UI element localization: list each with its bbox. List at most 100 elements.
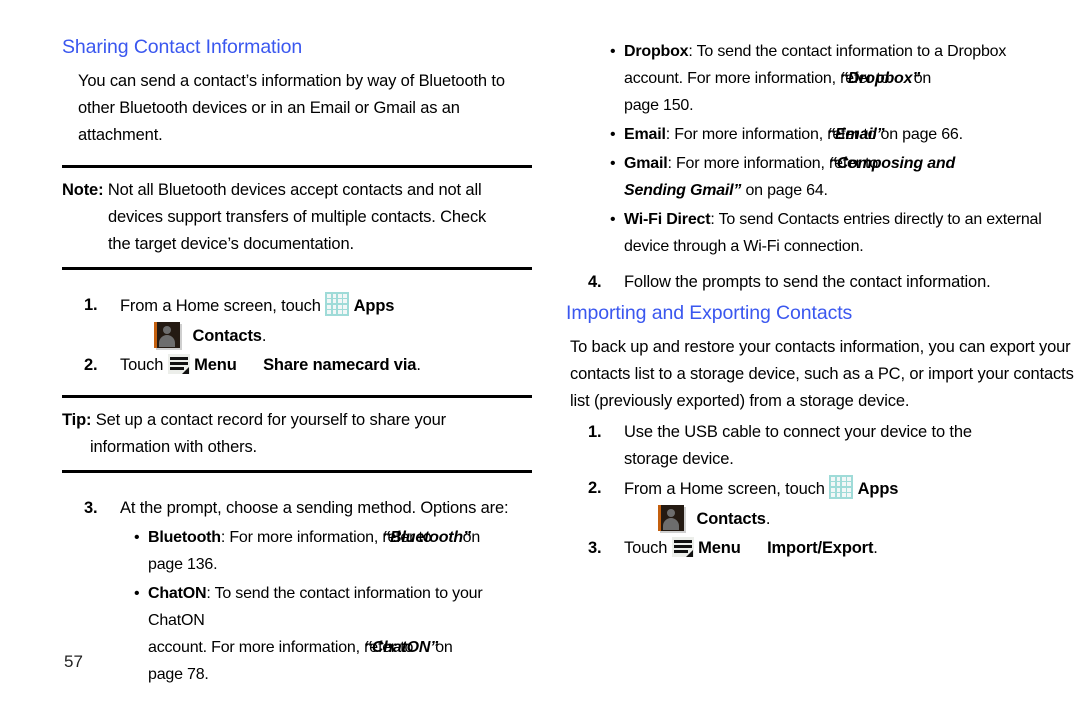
sharing-intro-paragraph: You can send a contact’s information by … [78, 72, 505, 144]
bullet-dot-icon: • [134, 585, 140, 602]
step-1-number: 1. [84, 296, 98, 314]
contacts-person-icon[interactable] [154, 322, 180, 348]
step-2-importing-contacts-label: Contacts [696, 510, 766, 528]
overlap-title-text: “Composing and [828, 155, 956, 172]
step-1-importing-number: 1. [588, 423, 602, 441]
option-dropbox-term: Dropbox [624, 43, 689, 60]
overlap-title-text: “Bluetooth” [382, 529, 471, 546]
option-bluetooth: • Bluetooth: For more information, “Blue… [134, 524, 532, 578]
option-dropbox-line2: account. For more information, “Dropbox”… [624, 65, 1080, 92]
apps-grid-icon[interactable] [829, 475, 854, 499]
step-3-sharing: 3. At the prompt, choose a sending metho… [62, 495, 532, 522]
step-2-menu-label: Menu [194, 356, 237, 374]
menu-hamburger-icon[interactable] [671, 537, 694, 557]
step-3-importing-action-label: Import/Export [767, 539, 874, 557]
option-chaton-line2-pre: account. For more information, [148, 639, 365, 656]
note-callout: Note: Not all Bluetooth devices accept c… [62, 177, 532, 258]
note-line-3: the target device’s documentation. [108, 235, 354, 253]
option-bluetooth-line2: page 136. [148, 556, 218, 573]
overlap-title-text: “Email” [827, 126, 885, 143]
step-1-text: From a Home screen, touch [120, 297, 321, 315]
step-4-text: Follow the prompts to send the contact i… [624, 273, 991, 291]
left-column: Sharing Contact Information You can send… [62, 0, 532, 688]
apps-grid-icon[interactable] [325, 292, 350, 316]
step-2-importing-text: From a Home screen, touch [624, 480, 825, 498]
overlap-title-text: “Dropbox” [840, 70, 921, 87]
option-email-sep: : [665, 126, 675, 143]
option-wifi-direct-term: Wi-Fi Direct [624, 211, 711, 228]
step-3-text: At the prompt, choose a sending method. … [120, 499, 509, 517]
note-label: Note: [62, 181, 104, 199]
option-dropbox-line2-pre: account. For more information, [624, 70, 841, 87]
option-wifi-direct: • Wi-Fi Direct: To send Contacts entries… [610, 206, 1080, 260]
step-2-sharing: 2. Touch Menu Share namecard via. [62, 352, 532, 379]
option-chaton-term: ChatON [148, 585, 207, 602]
contacts-person-icon[interactable] [658, 505, 684, 531]
note-line-1: Note: Not all Bluetooth devices accept c… [62, 177, 532, 204]
importing-intro-paragraph: To back up and restore your contacts inf… [570, 338, 1074, 410]
right-column: • Dropbox: To send the contact informati… [566, 0, 1080, 562]
option-dropbox-text: To send the contact information to a Dro… [696, 43, 1007, 60]
step-2-importing-period: . [765, 510, 771, 528]
tip-text-1: Set up a contact record for yourself to … [95, 411, 446, 429]
option-chaton-line2: account. For more information, “ChatON”r… [148, 634, 532, 661]
step-4-sharing: 4. Follow the prompts to send the contac… [566, 269, 1080, 296]
menu-hamburger-icon[interactable] [167, 354, 190, 374]
option-dropbox-line3: page 150. [624, 97, 694, 114]
option-chaton-line3: page 78. [148, 666, 209, 683]
option-email-refer-overlap: refer torefer to“Email” [827, 121, 884, 148]
option-dropbox: • Dropbox: To send the contact informati… [610, 38, 1080, 119]
step-1-importing-line2: storage device. [624, 450, 734, 468]
option-email-term: Email [624, 126, 666, 143]
option-gmail-refer-overlap: “Composing andrefer to“Composing and [829, 150, 955, 177]
section-heading-sharing: Sharing Contact Information [62, 36, 303, 58]
step-1-sharing: 1. From a Home screen, touch Apps Contac… [62, 292, 532, 350]
option-email-text-pre: For more information, [674, 126, 828, 143]
option-gmail-tail: on page 64. [741, 182, 828, 199]
bullet-dot-icon: • [610, 126, 616, 143]
option-gmail-title-line2: Sending Gmail” [624, 182, 742, 199]
step-1-importing-line1: Use the USB cable to connect your device… [624, 423, 972, 441]
step-3-number: 3. [84, 499, 98, 517]
step-2-period: . [416, 356, 421, 374]
option-bluetooth-refer-overlap: “Bluetooth”refer to“Bluetooth” [382, 524, 471, 551]
step-2-number: 2. [84, 356, 98, 374]
step-1-contacts-label: Contacts [192, 327, 262, 345]
overlap-title-text: “ChatON” [364, 639, 439, 656]
bullet-dot-icon: • [610, 43, 616, 60]
step-3-importing-menu-label: Menu [698, 539, 741, 557]
step-1-apps-label: Apps [353, 297, 395, 315]
step-3-importing: 3. Touch Menu Import/Export. [566, 535, 1080, 562]
manual-page: Sharing Contact Information You can send… [0, 0, 1080, 720]
option-chaton-refer-overlap: “ChatON”refer to“ChatON” [364, 634, 438, 661]
option-gmail: • Gmail: For more information, “Composin… [610, 150, 1080, 204]
option-email-tail: on page 66. [876, 126, 964, 143]
step-1-period: . [261, 327, 267, 345]
step-2-action-label: Share namecard via [263, 356, 417, 374]
option-wifi-direct-line2: device through a Wi-Fi connection. [624, 238, 864, 255]
option-chaton: • ChatON: To send the contact informatio… [134, 580, 532, 688]
option-bluetooth-term: Bluetooth [148, 529, 221, 546]
option-email: • Email: For more information, refer tor… [610, 121, 1080, 148]
step-3-importing-period: . [873, 539, 878, 557]
step-1-importing: 1. Use the USB cable to connect your dev… [566, 419, 1080, 473]
bullet-dot-icon: • [134, 529, 140, 546]
section-heading-importing: Importing and Exporting Contacts [566, 302, 853, 324]
step-2-importing-apps-label: Apps [857, 480, 899, 498]
step-2-text: Touch [120, 356, 164, 374]
option-gmail-text-pre: For more information, [675, 155, 829, 172]
step-1-contacts-line: Contacts. [120, 322, 532, 350]
option-gmail-term: Gmail [624, 155, 668, 172]
note-text-1: Not all Bluetooth devices accept contact… [107, 181, 482, 199]
option-gmail-line2: Sending Gmail” on page 64. [624, 177, 1080, 204]
option-chaton-sep: : [206, 585, 215, 602]
option-bluetooth-text: For more information, [229, 529, 383, 546]
step-2-importing: 2. From a Home screen, touch Apps Contac… [566, 475, 1080, 533]
step-3-importing-text: Touch [624, 539, 668, 557]
step-2-importing-contacts-line: Contacts. [624, 505, 1080, 533]
step-4-number: 4. [588, 273, 602, 291]
tip-line-2: information with others. [90, 438, 257, 456]
option-dropbox-refer-overlap: “Dropbox”refer to“Dropbox” [840, 65, 920, 92]
option-wifi-direct-sep: : [710, 211, 719, 228]
step-3-importing-number: 3. [588, 539, 602, 557]
